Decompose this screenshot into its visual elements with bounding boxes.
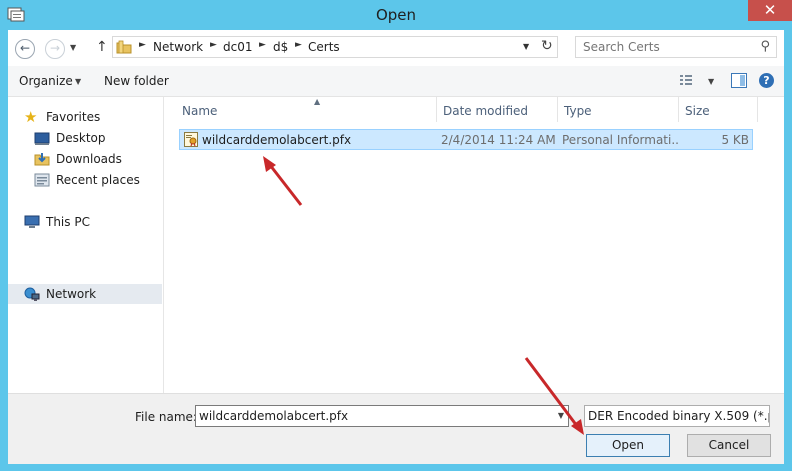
arrow-to-file: [263, 156, 303, 206]
annotation-arrows: [263, 156, 584, 435]
open-dialog: Open ✕ ← → ▼ ↑ ► Network ► dc01 ► d$ ► C…: [0, 0, 792, 471]
arrow-to-open-button: [524, 357, 584, 435]
